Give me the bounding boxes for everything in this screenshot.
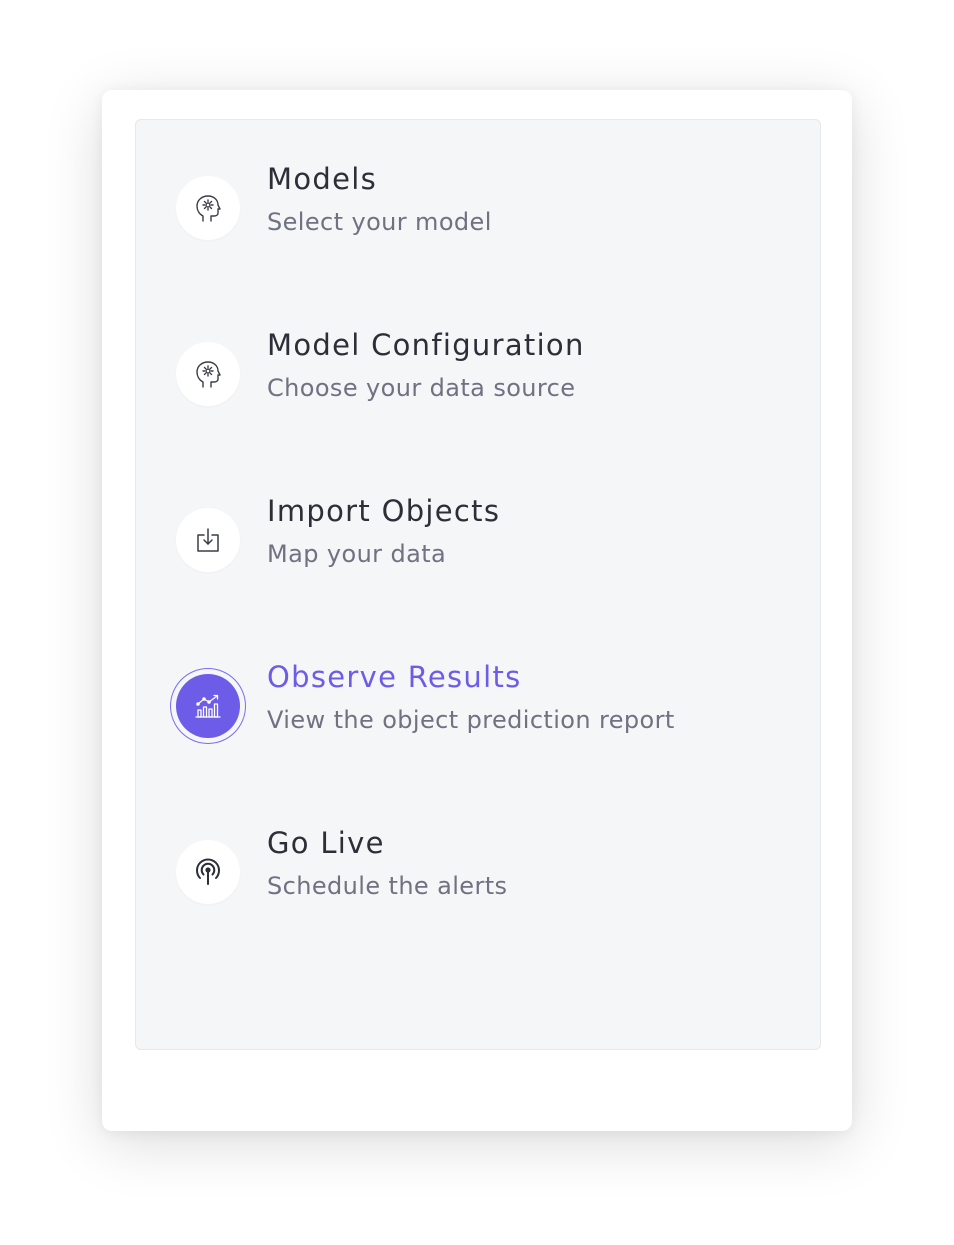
step-title: Observe Results — [267, 660, 522, 694]
brain-head-icon — [176, 176, 240, 240]
step-subtitle: Map your data — [267, 540, 447, 568]
step-title: Models — [267, 162, 377, 196]
step-title: Go Live — [267, 826, 385, 860]
step-model-configuration[interactable]: Model Configuration Choose your data sou… — [136, 326, 820, 426]
step-subtitle: Schedule the alerts — [267, 872, 508, 900]
steps-panel: Models Select your model Model Configura… — [135, 119, 821, 1050]
wizard-card: Models Select your model Model Configura… — [102, 90, 852, 1131]
broadcast-icon — [176, 840, 240, 904]
step-go-live[interactable]: Go Live Schedule the alerts — [136, 824, 820, 924]
step-title: Import Objects — [267, 494, 501, 528]
step-subtitle: Choose your data source — [267, 374, 576, 402]
step-title: Model Configuration — [267, 328, 585, 362]
brain-head-icon — [176, 342, 240, 406]
step-observe-results[interactable]: Observe Results View the object predicti… — [136, 658, 820, 758]
import-icon — [176, 508, 240, 572]
chart-growth-icon — [176, 674, 240, 738]
step-subtitle: Select your model — [267, 208, 492, 236]
step-subtitle: View the object prediction report — [267, 706, 675, 734]
step-models[interactable]: Models Select your model — [136, 160, 820, 260]
step-import-objects[interactable]: Import Objects Map your data — [136, 492, 820, 592]
